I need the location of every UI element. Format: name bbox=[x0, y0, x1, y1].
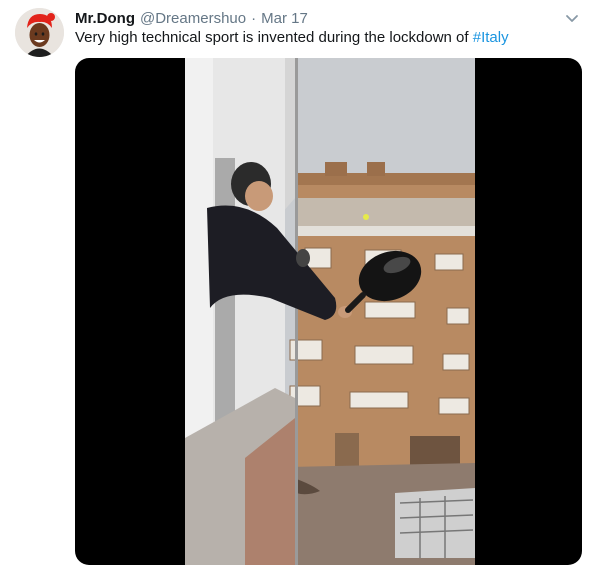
tweet-text: Very high technical sport is invented du… bbox=[75, 29, 509, 46]
tweet-card[interactable]: Mr.Dong @Dreamershuo · Mar 17 Very high … bbox=[0, 0, 595, 567]
video-player[interactable] bbox=[75, 58, 582, 565]
separator-dot: · bbox=[251, 9, 257, 27]
chevron-down-icon[interactable] bbox=[563, 9, 581, 27]
author-name[interactable]: Mr.Dong bbox=[75, 10, 135, 27]
author-handle[interactable]: @Dreamershuo bbox=[140, 10, 246, 27]
tweet-body: Very high technical sport is invented du… bbox=[75, 29, 473, 46]
timestamp[interactable]: Mar 17 bbox=[261, 10, 308, 27]
video-still bbox=[185, 58, 475, 565]
avatar[interactable] bbox=[15, 8, 64, 57]
hashtag-link[interactable]: #Italy bbox=[473, 29, 509, 46]
video-frame bbox=[185, 58, 475, 565]
avatar-image bbox=[15, 8, 64, 57]
tweet-header: Mr.Dong @Dreamershuo · Mar 17 bbox=[75, 8, 575, 28]
